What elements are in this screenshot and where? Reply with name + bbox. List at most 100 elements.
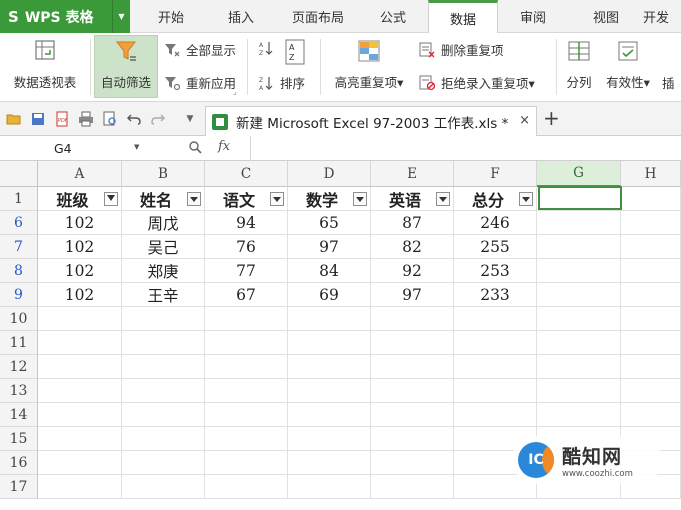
cell[interactable] <box>454 307 537 331</box>
cell[interactable] <box>371 355 454 379</box>
tab-insert[interactable]: 插入 <box>210 0 272 33</box>
cell[interactable] <box>371 451 454 475</box>
cell[interactable] <box>371 403 454 427</box>
table-cell[interactable]: 吴己 <box>122 235 205 259</box>
sort-button[interactable]: Z A 排序 <box>258 73 305 92</box>
cell[interactable] <box>621 259 681 283</box>
cell[interactable] <box>288 379 371 403</box>
cell[interactable] <box>38 451 122 475</box>
tab-formulas[interactable]: 公式 <box>362 0 424 33</box>
column-header-b[interactable]: B <box>122 161 205 187</box>
reject-duplicates-button[interactable]: 拒绝录入重复项▾ <box>419 73 535 92</box>
cell[interactable] <box>122 403 205 427</box>
reapply-button[interactable]: 重新应用 <box>164 73 236 92</box>
sort-ascending-button[interactable]: A Z <box>258 40 280 56</box>
cell[interactable] <box>38 379 122 403</box>
close-tab-icon[interactable]: × <box>519 113 530 128</box>
cell[interactable] <box>537 355 621 379</box>
table-cell[interactable]: 102 <box>38 283 122 307</box>
table-cell[interactable]: 102 <box>38 235 122 259</box>
cell[interactable] <box>205 307 288 331</box>
cell[interactable] <box>288 307 371 331</box>
cell[interactable] <box>205 403 288 427</box>
row-header[interactable]: 14 <box>0 403 38 427</box>
table-cell[interactable]: 92 <box>371 259 454 283</box>
cell[interactable] <box>454 331 537 355</box>
cell[interactable] <box>371 427 454 451</box>
filter-dropdown-icon[interactable] <box>187 192 201 206</box>
tab-developer[interactable]: 开发 <box>643 0 681 33</box>
cell[interactable] <box>288 403 371 427</box>
cell[interactable] <box>371 379 454 403</box>
table-cell[interactable]: 87 <box>371 211 454 235</box>
table-cell[interactable]: 97 <box>288 235 371 259</box>
filter-dropdown-icon[interactable] <box>270 192 284 206</box>
cell[interactable] <box>122 355 205 379</box>
column-header-h[interactable]: H <box>621 161 681 187</box>
cell[interactable] <box>537 379 621 403</box>
row-header[interactable]: 13 <box>0 379 38 403</box>
show-all-button[interactable]: 全部显示 <box>164 40 236 59</box>
cell[interactable] <box>371 475 454 499</box>
split-column-button[interactable]: 分列 <box>562 39 596 91</box>
row-header[interactable]: 8 <box>0 259 38 283</box>
cell[interactable] <box>205 331 288 355</box>
cell[interactable] <box>621 307 681 331</box>
tab-home[interactable]: 开始 <box>140 0 202 33</box>
sort-dialog-icon[interactable]: A Z <box>284 39 306 65</box>
row-header[interactable]: 11 <box>0 331 38 355</box>
cell[interactable] <box>537 283 621 307</box>
cell[interactable] <box>288 331 371 355</box>
cell[interactable] <box>621 331 681 355</box>
cell[interactable] <box>454 355 537 379</box>
table-cell[interactable]: 255 <box>454 235 537 259</box>
table-cell[interactable]: 102 <box>38 259 122 283</box>
pivot-table-button[interactable]: 数据透视表 <box>6 39 84 91</box>
insert-function-icon[interactable]: fx <box>218 139 230 154</box>
table-cell[interactable]: 69 <box>288 283 371 307</box>
cell[interactable] <box>38 307 122 331</box>
table-cell[interactable]: 233 <box>454 283 537 307</box>
column-header-e[interactable]: E <box>371 161 454 187</box>
table-cell[interactable]: 67 <box>205 283 288 307</box>
row-header[interactable]: 16 <box>0 451 38 475</box>
active-filter-dropdown-icon[interactable] <box>104 192 118 206</box>
row-header[interactable]: 12 <box>0 355 38 379</box>
save-icon[interactable] <box>30 111 46 127</box>
tab-review[interactable]: 审阅 <box>502 0 564 33</box>
cell[interactable] <box>205 355 288 379</box>
cell[interactable] <box>454 403 537 427</box>
magnifier-icon[interactable] <box>188 140 202 158</box>
delete-duplicates-button[interactable]: 删除重复项 <box>419 40 504 59</box>
cell[interactable] <box>38 355 122 379</box>
name-box[interactable]: G4 <box>0 138 146 159</box>
formula-input[interactable] <box>256 138 676 158</box>
row-header[interactable]: 1 <box>0 187 38 211</box>
quick-access-dropdown-icon[interactable]: ▼ <box>182 111 198 127</box>
table-cell[interactable]: 郑庚 <box>122 259 205 283</box>
row-header[interactable]: 15 <box>0 427 38 451</box>
cell[interactable] <box>537 259 621 283</box>
cell[interactable] <box>38 331 122 355</box>
open-folder-icon[interactable] <box>6 111 22 127</box>
cell[interactable] <box>288 475 371 499</box>
cell[interactable] <box>122 451 205 475</box>
tab-view[interactable]: 视图 <box>575 0 637 33</box>
cell[interactable] <box>621 235 681 259</box>
app-menu-dropdown-icon[interactable]: ▼ <box>112 0 130 33</box>
column-header-c[interactable]: C <box>205 161 288 187</box>
cell[interactable] <box>38 427 122 451</box>
row-header[interactable]: 7 <box>0 235 38 259</box>
highlight-duplicates-button[interactable]: 高亮重复项▾ <box>326 39 412 91</box>
table-cell[interactable]: 94 <box>205 211 288 235</box>
table-cell[interactable]: 65 <box>288 211 371 235</box>
filter-dropdown-icon[interactable] <box>353 192 367 206</box>
cell[interactable] <box>454 379 537 403</box>
column-header-d[interactable]: D <box>288 161 371 187</box>
table-cell[interactable]: 周戊 <box>122 211 205 235</box>
cell[interactable] <box>621 355 681 379</box>
cell[interactable] <box>621 283 681 307</box>
filter-group-expand-icon[interactable]: ⌟ <box>233 87 237 96</box>
export-pdf-icon[interactable]: PDF <box>54 111 70 127</box>
cell[interactable] <box>288 355 371 379</box>
